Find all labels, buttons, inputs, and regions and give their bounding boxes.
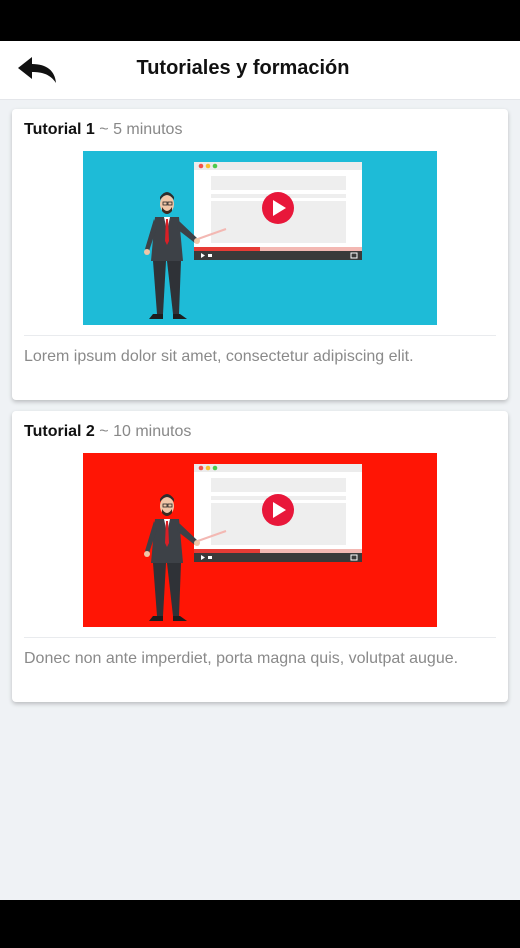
video-presenter-illustration bbox=[83, 453, 437, 627]
tutorial-duration: 5 minutos bbox=[113, 121, 183, 138]
play-button-icon bbox=[262, 494, 294, 526]
duration-separator: ~ bbox=[99, 121, 109, 138]
tutorial-description: Donec non ante imperdiet, porta magna qu… bbox=[24, 650, 459, 667]
tutorial-duration: 10 minutos bbox=[113, 423, 192, 440]
card-header: Tutorial 1 ~ 5 minutos bbox=[24, 119, 182, 141]
status-bar bbox=[0, 0, 520, 41]
card-header: Tutorial 2 ~ 10 minutos bbox=[24, 421, 191, 443]
video-presenter-illustration bbox=[83, 151, 437, 325]
tutorial-title: Tutorial 2 bbox=[24, 423, 95, 440]
card-divider bbox=[24, 335, 496, 336]
play-button-icon bbox=[262, 192, 294, 224]
card-divider bbox=[24, 637, 496, 638]
tutorial-title: Tutorial 1 bbox=[24, 121, 95, 138]
tutorial-thumbnail[interactable] bbox=[83, 151, 437, 325]
tutorial-description: Lorem ipsum dolor sit amet, consectetur … bbox=[24, 348, 414, 365]
app-header: Tutoriales y formación bbox=[0, 41, 520, 100]
page-title: Tutoriales y formación bbox=[136, 57, 350, 79]
tutorial-card[interactable]: Tutorial 1 ~ 5 minutos Lorem ipsum dolor… bbox=[12, 109, 508, 400]
duration-separator: ~ bbox=[99, 423, 109, 440]
tutorial-thumbnail[interactable] bbox=[83, 453, 437, 627]
tutorial-card[interactable]: Tutorial 2 ~ 10 minutos Donec non ante i… bbox=[12, 411, 508, 702]
system-navigation-bar bbox=[0, 900, 520, 948]
